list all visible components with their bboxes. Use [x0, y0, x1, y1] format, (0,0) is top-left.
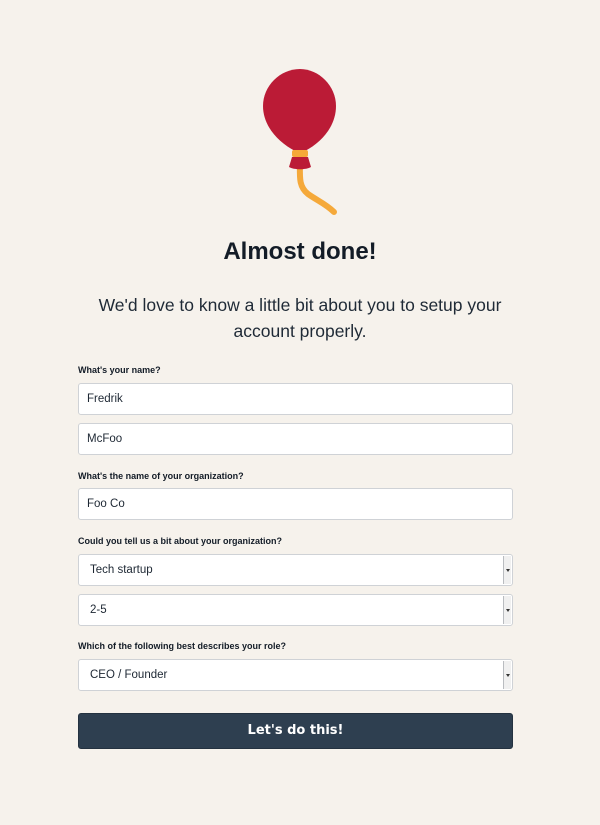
organization-label: What's the name of your organization? — [78, 471, 244, 481]
chevron-down-icon — [503, 661, 511, 689]
organization-type-select[interactable]: Tech startup — [78, 554, 513, 586]
last-name-input[interactable] — [78, 423, 513, 455]
organization-size-value: 2-5 — [90, 604, 107, 616]
role-select[interactable]: CEO / Founder — [78, 659, 513, 691]
organization-size-select[interactable]: 2-5 — [78, 594, 513, 626]
about-organization-label: Could you tell us a bit about your organ… — [78, 536, 282, 546]
intro-text: We'd love to know a little bit about you… — [98, 295, 502, 341]
role-value: CEO / Founder — [90, 669, 168, 681]
page-title: Almost done! — [223, 238, 377, 265]
chevron-down-icon — [503, 596, 511, 624]
organization-input[interactable] — [78, 488, 513, 520]
organization-type-value: Tech startup — [90, 564, 153, 576]
name-label: What's your name? — [78, 365, 161, 375]
first-name-input[interactable] — [78, 383, 513, 415]
role-label: Which of the following best describes yo… — [78, 641, 287, 651]
balloon-icon — [263, 69, 337, 215]
chevron-down-icon — [503, 556, 511, 584]
submit-button[interactable]: Let's do this! — [78, 713, 513, 749]
